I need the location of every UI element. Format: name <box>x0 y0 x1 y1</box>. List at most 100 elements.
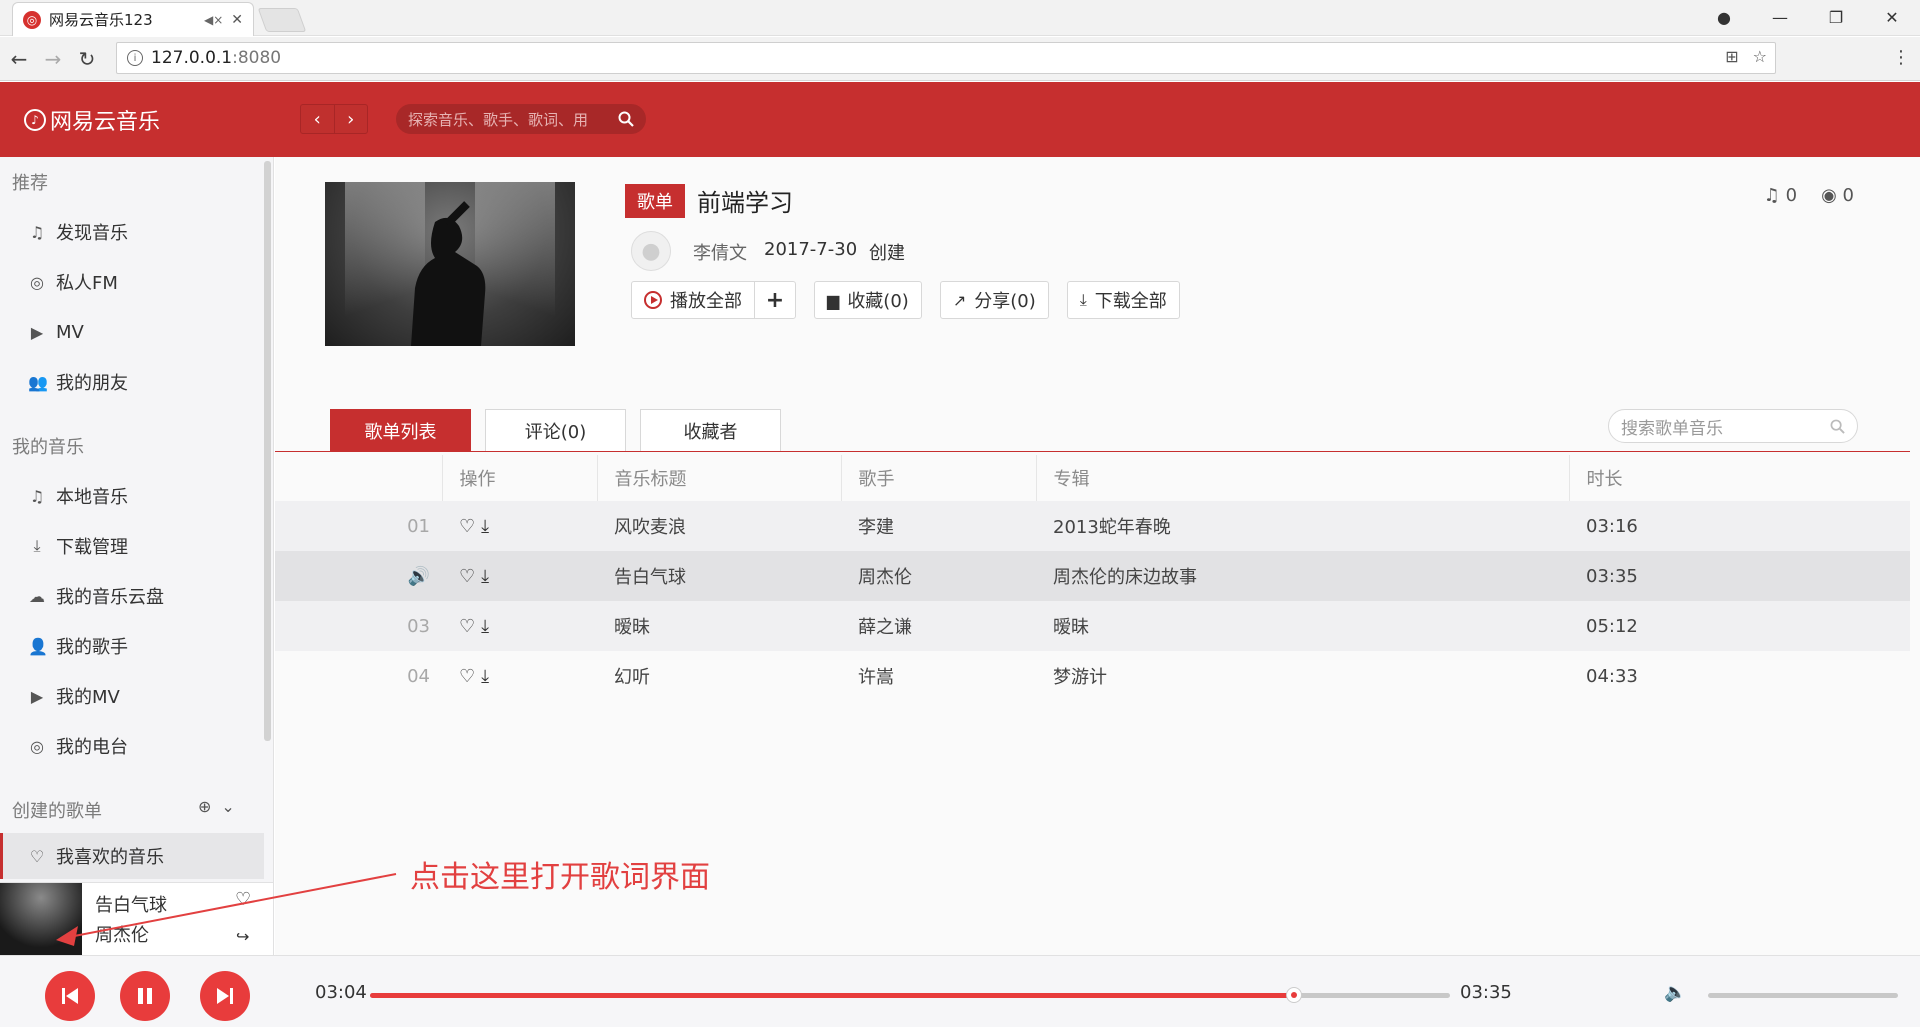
like-heart-icon[interactable]: ♡ <box>235 889 251 910</box>
share-button[interactable]: ↗ 分享(0) <box>939 281 1049 319</box>
heart-icon[interactable]: ♡ <box>459 566 475 587</box>
table-row[interactable]: 04 ♡ ⤓ 幻听 许嵩 梦游计 04:33 <box>275 651 1910 701</box>
track-title: 告白气球 <box>597 551 841 601</box>
sidebar-item-my-mv[interactable]: ▶ 我的MV <box>0 673 264 719</box>
heart-icon[interactable]: ♡ <box>459 666 475 687</box>
close-tab-icon[interactable]: ✕ <box>231 12 243 28</box>
add-to-queue-button[interactable]: + <box>755 288 795 313</box>
table-row[interactable]: 03 ♡ ⤓ 暧昧 薛之谦 暧昧 05:12 <box>275 601 1910 651</box>
download-icon[interactable]: ⤓ <box>481 666 489 687</box>
download-icon[interactable]: ⤓ <box>481 616 489 637</box>
progress-fill <box>370 993 1295 998</box>
global-search-input[interactable]: 探索音乐、歌手、歌词、用 <box>396 104 646 134</box>
chevron-down-icon[interactable]: ⌄ <box>221 797 234 816</box>
mini-artist-name: 周杰伦 <box>95 925 149 946</box>
sidebar-item-friends[interactable]: 👥 我的朋友 <box>0 359 264 405</box>
col-artist[interactable]: 歌手 <box>841 455 1037 501</box>
add-playlist-icon[interactable]: ⊕ <box>198 797 211 816</box>
section-recommend: 推荐 <box>12 173 48 194</box>
download-icon[interactable]: ⤓ <box>481 566 489 587</box>
app-header: ♪ 网易云音乐 ‹ › 探索音乐、歌手、歌词、用 <box>0 82 1920 157</box>
sidebar-item-liked-music[interactable]: ♡ 我喜欢的音乐 <box>0 833 264 879</box>
play-all-button[interactable]: 播放全部 <box>632 282 755 318</box>
playlist-search-input[interactable]: 搜索歌单音乐 <box>1608 409 1858 443</box>
play-all-group: 播放全部 + <box>631 281 796 319</box>
mini-player[interactable]: 告白气球 周杰伦 ♡ ↪ <box>0 882 274 956</box>
col-album[interactable]: 专辑 <box>1036 455 1570 501</box>
translate-icon[interactable]: ⊞ <box>1725 47 1738 66</box>
sidebar-scrollbar[interactable] <box>264 161 271 741</box>
heart-icon[interactable]: ♡ <box>459 516 475 537</box>
mini-cover-art[interactable] <box>0 883 82 956</box>
track-artist[interactable]: 许嵩 <box>841 651 1036 701</box>
browser-menu-icon[interactable]: ⋮ <box>1892 47 1910 68</box>
search-icon[interactable] <box>1830 419 1845 434</box>
table-row[interactable]: 🔊 ♡ ⤓ 告白气球 周杰伦 周杰伦的床边故事 03:35 <box>275 551 1910 601</box>
sidebar-item-discover[interactable]: ♫ 发现音乐 <box>0 209 264 255</box>
share-icon[interactable]: ↪ <box>236 927 249 946</box>
forward-button[interactable]: › <box>335 105 368 133</box>
sidebar-item-local-music[interactable]: ♫ 本地音乐 <box>0 473 264 519</box>
browser-back-icon[interactable]: ← <box>4 47 34 71</box>
collect-button[interactable]: ▆ 收藏(0) <box>814 281 922 319</box>
volume-slider[interactable] <box>1708 993 1898 998</box>
annotation-text: 点击这里打开歌词界面 <box>410 860 710 895</box>
mute-tab-icon[interactable]: ◀× <box>204 13 223 27</box>
url-input[interactable]: i 127.0.0.1:8080 ⊞ ☆ <box>116 42 1776 74</box>
tab-song-list[interactable]: 歌单列表 <box>330 409 471 451</box>
col-duration[interactable]: 时长 <box>1569 455 1910 501</box>
progress-slider[interactable] <box>370 987 1450 1003</box>
sidebar-item-fm[interactable]: ◎ 私人FM <box>0 259 264 305</box>
url-host: 127.0.0.1 <box>151 48 233 68</box>
download-all-button[interactable]: ⤓ 下载全部 <box>1066 281 1180 319</box>
next-track-button[interactable] <box>200 971 250 1021</box>
account-icon[interactable]: ● <box>1696 8 1752 27</box>
download-icon: ⤓ <box>33 536 41 555</box>
back-button[interactable]: ‹ <box>301 105 335 133</box>
app-logo[interactable]: ♪ 网易云音乐 <box>24 104 160 136</box>
bookmark-star-icon[interactable]: ☆ <box>1753 47 1767 66</box>
sidebar-item-label: 我的歌手 <box>56 637 128 658</box>
address-bar: ← → ↻ i 127.0.0.1:8080 ⊞ ☆ ⋮ <box>0 37 1920 81</box>
track-artist[interactable]: 周杰伦 <box>841 551 1036 601</box>
track-album[interactable]: 梦游计 <box>1036 651 1569 701</box>
creator-name[interactable]: 李倩文 <box>693 239 747 265</box>
reload-icon[interactable]: ↻ <box>72 47 102 71</box>
search-icon[interactable] <box>618 111 634 127</box>
track-album[interactable]: 2013蛇年春晚 <box>1036 501 1569 551</box>
tab-comments[interactable]: 评论(0) <box>485 409 626 451</box>
browser-forward-icon[interactable]: → <box>38 47 68 71</box>
volume-icon[interactable]: 🔈 <box>1664 982 1686 1003</box>
sidebar-item-label: 我的电台 <box>56 737 128 758</box>
playlist-badge: 歌单 <box>625 184 685 218</box>
sidebar-item-cloud[interactable]: ☁ 我的音乐云盘 <box>0 573 264 619</box>
avatar[interactable]: ● <box>631 231 671 271</box>
browser-tab[interactable]: ◎ 网易云音乐123 ◀× ✕ <box>12 2 254 36</box>
site-info-icon[interactable]: i <box>127 50 143 66</box>
previous-track-button[interactable] <box>45 971 95 1021</box>
close-window-button[interactable]: ✕ <box>1864 8 1920 27</box>
play-count-stat: ◉ 0 <box>1821 185 1854 206</box>
track-album[interactable]: 周杰伦的床边故事 <box>1036 551 1569 601</box>
download-icon[interactable]: ⤓ <box>481 516 489 537</box>
sidebar-item-radio[interactable]: ◎ 我的电台 <box>0 723 264 769</box>
playlist-search-placeholder: 搜索歌单音乐 <box>1621 418 1723 439</box>
maximize-button[interactable]: ❐ <box>1808 8 1864 27</box>
track-artist[interactable]: 李建 <box>841 501 1036 551</box>
progress-handle[interactable] <box>1286 987 1303 1003</box>
minimize-button[interactable]: — <box>1752 8 1808 27</box>
new-tab-button[interactable] <box>257 8 307 32</box>
global-search-placeholder: 探索音乐、歌手、歌词、用 <box>408 110 589 129</box>
track-album[interactable]: 暧昧 <box>1036 601 1569 651</box>
table-row[interactable]: 01 ♡ ⤓ 风吹麦浪 李建 2013蛇年春晚 03:16 <box>275 501 1910 551</box>
col-title[interactable]: 音乐标题 <box>597 455 842 501</box>
tab-title: 网易云音乐123 <box>49 11 153 29</box>
sidebar-item-singers[interactable]: 👤 我的歌手 <box>0 623 264 669</box>
track-artist[interactable]: 薛之谦 <box>841 601 1036 651</box>
col-ops[interactable]: 操作 <box>442 455 598 501</box>
sidebar-item-downloads[interactable]: ⤓ 下载管理 <box>0 523 264 569</box>
heart-icon[interactable]: ♡ <box>459 616 475 637</box>
sidebar-item-mv[interactable]: ▶ MV <box>0 309 264 355</box>
pause-button[interactable] <box>120 971 170 1021</box>
tab-collectors[interactable]: 收藏者 <box>640 409 781 451</box>
